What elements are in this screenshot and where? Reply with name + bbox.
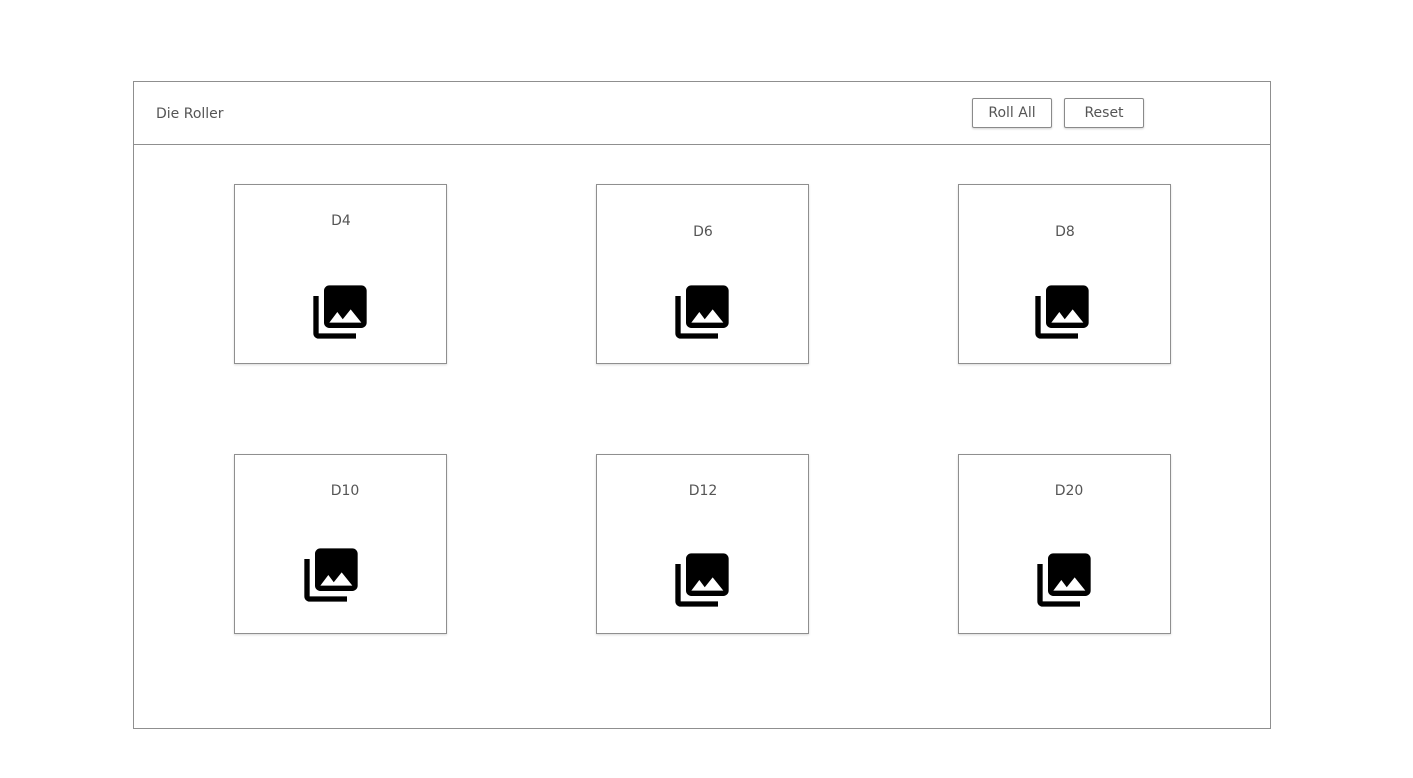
die-card-d10[interactable]: D10 [234, 454, 447, 634]
app-window: Die Roller Roll All Reset D4 D6 D8 D10 D… [133, 81, 1271, 729]
image-gallery-icon [1032, 548, 1096, 612]
die-label: D10 [330, 483, 360, 499]
die-label: D20 [1054, 483, 1084, 499]
die-card-d6[interactable]: D6 [596, 184, 809, 364]
die-card-d4[interactable]: D4 [234, 184, 447, 364]
image-gallery-icon [299, 543, 363, 607]
header-bar: Die Roller Roll All Reset [134, 82, 1270, 145]
app-title: Die Roller [156, 106, 224, 122]
image-gallery-icon [670, 280, 734, 344]
die-label: D8 [1055, 224, 1075, 240]
die-label: D12 [688, 483, 718, 499]
die-card-d20[interactable]: D20 [958, 454, 1171, 634]
die-card-d8[interactable]: D8 [958, 184, 1171, 364]
roll-all-button[interactable]: Roll All [972, 98, 1052, 128]
image-gallery-icon [670, 548, 734, 612]
die-card-d12[interactable]: D12 [596, 454, 809, 634]
die-label: D4 [331, 213, 351, 229]
image-gallery-icon [308, 280, 372, 344]
image-gallery-icon [1030, 280, 1094, 344]
reset-button[interactable]: Reset [1064, 98, 1144, 128]
die-label: D6 [693, 224, 713, 240]
